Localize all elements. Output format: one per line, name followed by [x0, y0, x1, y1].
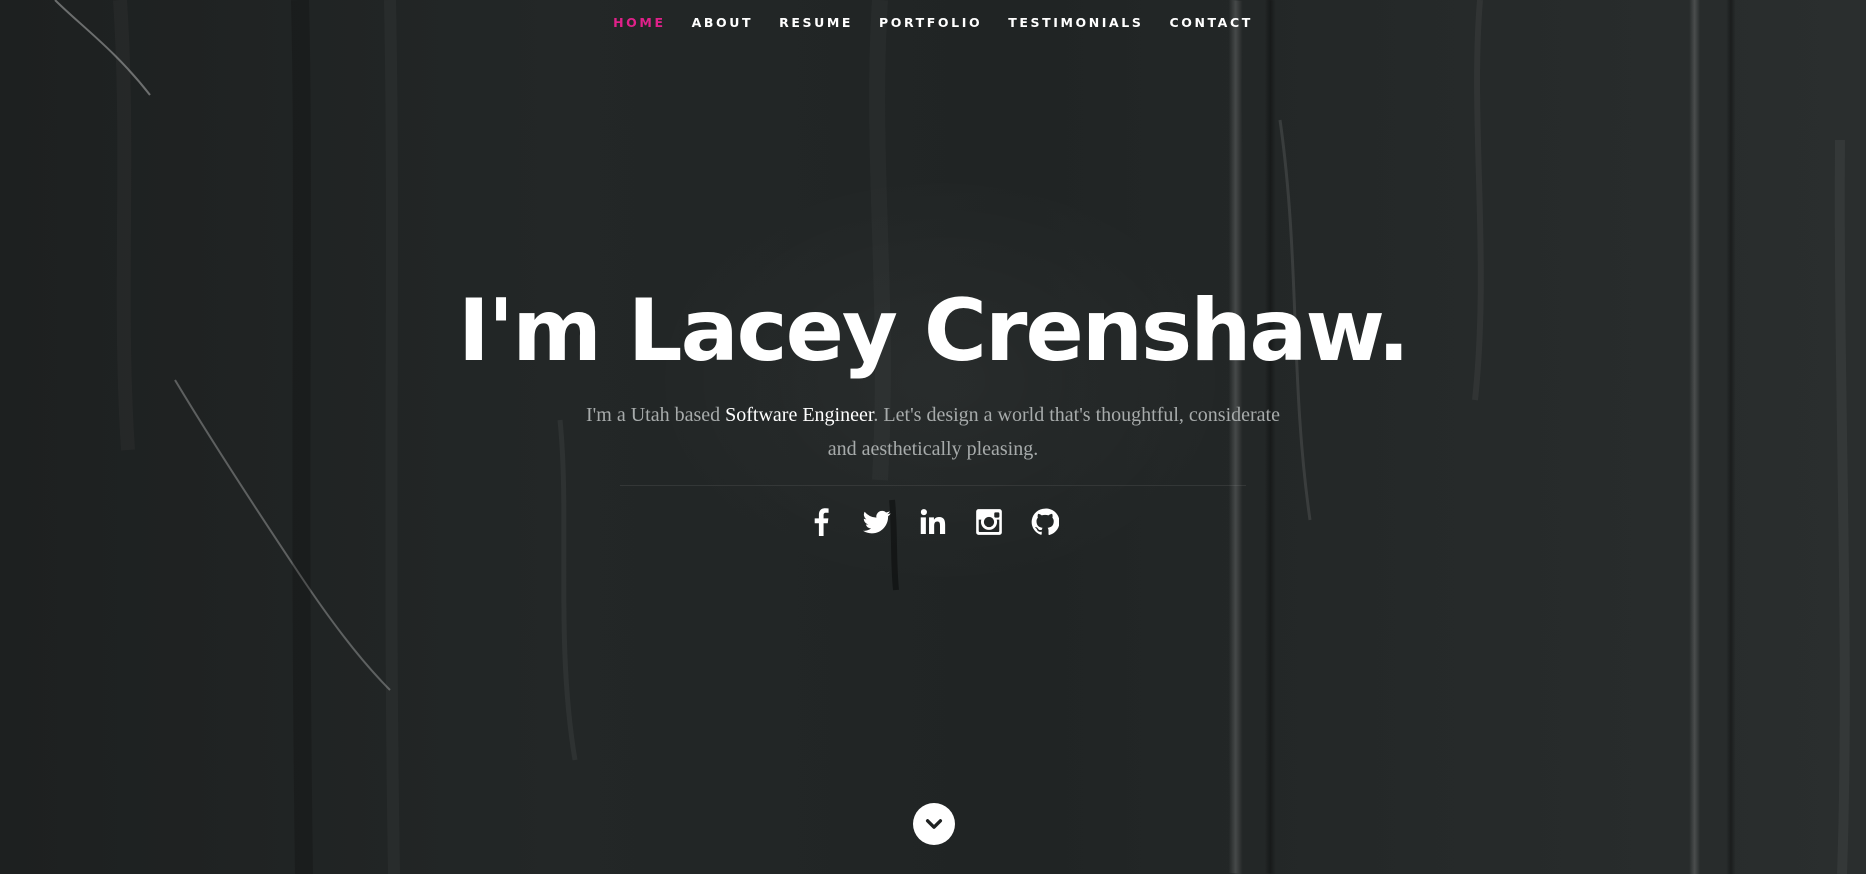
nav-contact[interactable]: CONTACT: [1156, 0, 1265, 46]
nav-home[interactable]: HOME: [600, 0, 678, 46]
intro-text-end: . Let's design a world that's thoughtful…: [827, 404, 1280, 460]
chevron-down-icon: [925, 819, 943, 829]
nav-testimonials[interactable]: TESTIMONIALS: [995, 0, 1156, 46]
nav-portfolio[interactable]: PORTFOLIO: [866, 0, 995, 46]
hero-intro: I'm a Utah based Software Engineer. Let'…: [583, 398, 1283, 466]
main-nav: HOME ABOUT RESUME PORTFOLIO TESTIMONIALS…: [0, 0, 1866, 46]
github-icon[interactable]: [1028, 505, 1062, 539]
nav-resume[interactable]: RESUME: [766, 0, 866, 46]
hero-headline: I'm Lacey Crenshaw.: [457, 281, 1410, 381]
intro-highlight: Software Engineer: [725, 404, 874, 426]
linkedin-icon[interactable]: [916, 505, 950, 539]
twitter-icon[interactable]: [860, 505, 894, 539]
facebook-icon[interactable]: [804, 505, 838, 539]
hero-divider: [620, 485, 1246, 486]
hero-section: HOME ABOUT RESUME PORTFOLIO TESTIMONIALS…: [0, 0, 1866, 874]
intro-text-start: I'm a Utah based: [586, 404, 726, 426]
instagram-icon[interactable]: [972, 505, 1006, 539]
social-links: [0, 505, 1866, 539]
nav-about[interactable]: ABOUT: [679, 0, 767, 46]
scroll-down-button[interactable]: [913, 803, 955, 845]
